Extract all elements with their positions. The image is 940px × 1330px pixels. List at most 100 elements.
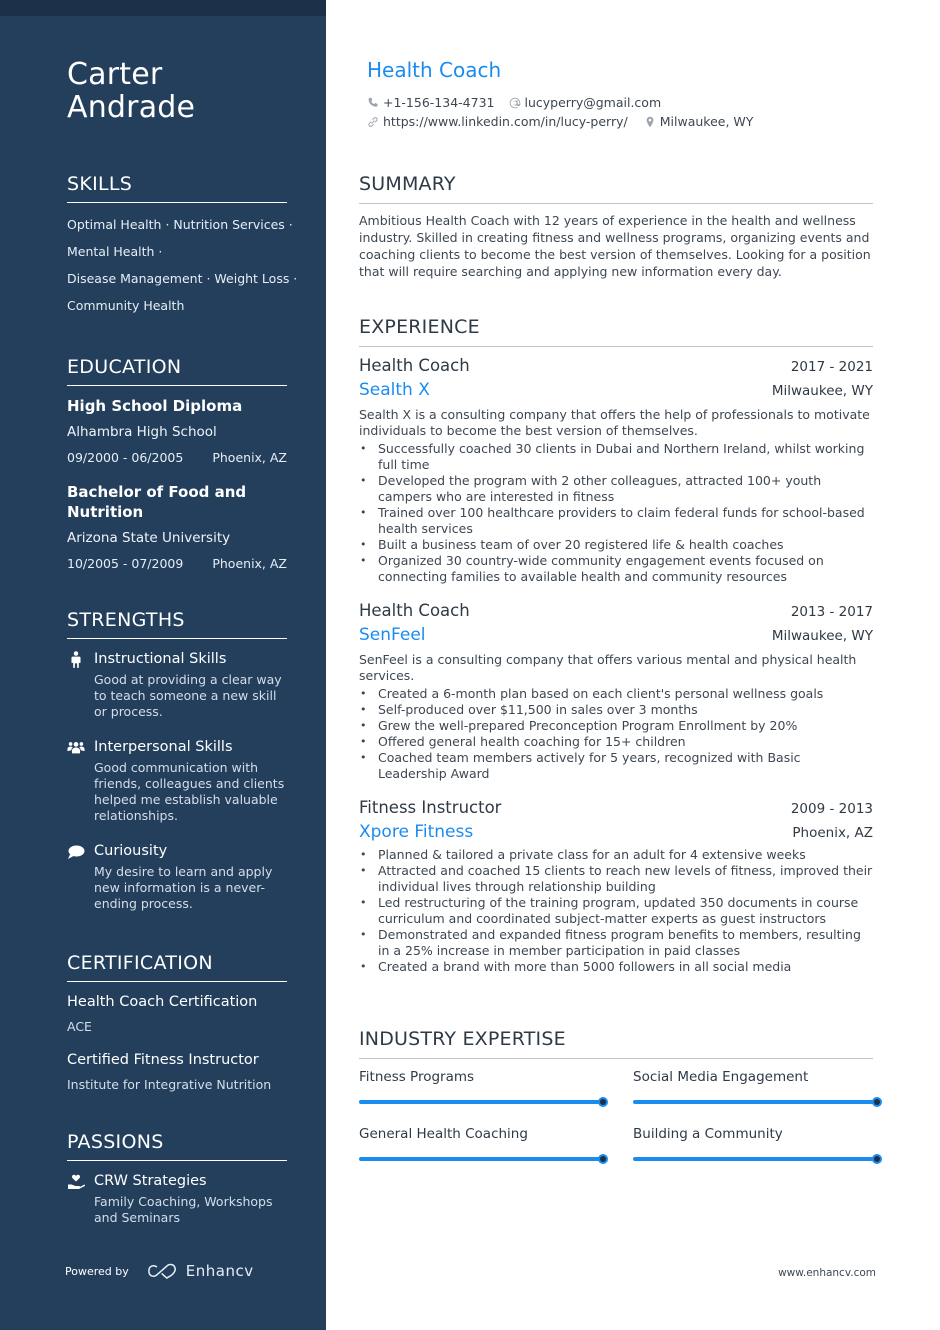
contact-email[interactable]: lucyperry@gmail.com bbox=[509, 95, 662, 110]
slider-fill bbox=[633, 1100, 877, 1104]
slider-knob bbox=[872, 1097, 882, 1107]
experience-bullets: Created a 6-month plan based on each cli… bbox=[359, 686, 873, 782]
passion-title: CRW Strategies bbox=[94, 1173, 207, 1189]
email-address: lucyperry@gmail.com bbox=[524, 95, 662, 110]
experience-item: Health Coach 2017 - 2021 Sealth X Milwau… bbox=[359, 355, 873, 585]
experience-company[interactable]: Sealth X bbox=[359, 377, 430, 403]
experience-dates: 2009 - 2013 bbox=[790, 801, 873, 817]
strength-item: Interpersonal Skills Good communication … bbox=[67, 737, 287, 824]
expertise-item: General Health Coaching bbox=[359, 1125, 608, 1164]
comment-icon bbox=[67, 841, 94, 912]
phone-icon bbox=[368, 97, 378, 107]
summary-section: SUMMARY Ambitious Health Coach with 12 y… bbox=[359, 172, 873, 280]
summary-text: Ambitious Health Coach with 12 years of … bbox=[359, 213, 871, 279]
certification-issuer: Institute for Integrative Nutrition bbox=[67, 1077, 272, 1092]
expertise-label: Fitness Programs bbox=[359, 1069, 475, 1085]
bullet-item: Self-produced over $11,500 in sales over… bbox=[359, 702, 873, 718]
experience-company[interactable]: Xpore Fitness bbox=[359, 819, 473, 845]
degree: High School Diploma bbox=[67, 397, 243, 415]
strength-description: My desire to learn and apply new informa… bbox=[94, 864, 273, 911]
certification-section: CERTIFICATION Health Coach Certification… bbox=[67, 951, 287, 1094]
enhancv-logo-icon bbox=[147, 1263, 176, 1279]
expertise-slider bbox=[359, 1154, 608, 1164]
education-item: Bachelor of Food and Nutrition Arizona S… bbox=[67, 482, 287, 573]
bullet-item: Offered general health coaching for 15+ … bbox=[359, 734, 873, 750]
bullet-item: Attracted and coached 15 clients to reac… bbox=[359, 863, 873, 895]
experience-heading: EXPERIENCE bbox=[359, 315, 873, 347]
bullet-item: Trained over 100 healthcare providers to… bbox=[359, 505, 873, 537]
enhancv-logo[interactable]: Enhancv bbox=[147, 1262, 254, 1280]
experience-role: Health Coach bbox=[359, 356, 470, 375]
expertise-label: General Health Coaching bbox=[359, 1126, 528, 1142]
hand-heart-icon bbox=[67, 1171, 94, 1226]
powered-by: Powered by Enhancv bbox=[65, 1262, 254, 1280]
expertise-label: Social Media Engagement bbox=[633, 1069, 809, 1085]
job-title: Health Coach bbox=[367, 58, 502, 82]
strength-title: Curiousity bbox=[94, 843, 168, 859]
bullet-item: Grew the well-prepared Preconception Pro… bbox=[359, 718, 873, 734]
expertise-slider bbox=[633, 1154, 882, 1164]
experience-location: Milwaukee, WY bbox=[771, 383, 873, 399]
passion-description: Family Coaching, Workshops and Seminars bbox=[94, 1194, 273, 1225]
bullet-item: Demonstrated and expanded fitness progra… bbox=[359, 927, 873, 959]
certification-item: Health Coach Certification ACE bbox=[67, 992, 287, 1036]
skills-line: Optimal Health · Nutrition Services · bbox=[67, 217, 293, 232]
skills-heading: SKILLS bbox=[67, 172, 287, 203]
slider-knob bbox=[598, 1097, 608, 1107]
certification-issuer: ACE bbox=[67, 1019, 92, 1034]
experience-location: Milwaukee, WY bbox=[771, 628, 873, 644]
link-icon bbox=[368, 116, 378, 127]
certification-heading: CERTIFICATION bbox=[67, 951, 287, 982]
slider-fill bbox=[359, 1100, 603, 1104]
skills-line: Disease Management · Weight Loss · bbox=[67, 271, 298, 286]
education-heading: EDUCATION bbox=[67, 355, 287, 386]
experience-role: Fitness Instructor bbox=[359, 798, 502, 817]
experience-dates: 2013 - 2017 bbox=[790, 604, 873, 620]
experience-description: Sealth X is a consulting company that of… bbox=[359, 407, 870, 438]
map-pin-icon bbox=[646, 116, 654, 127]
school: Arizona State University bbox=[67, 530, 231, 546]
bullet-item: Coached team members actively for 5 year… bbox=[359, 750, 873, 782]
last-name: Andrade bbox=[67, 90, 196, 125]
certification-item: Certified Fitness Instructor Institute f… bbox=[67, 1050, 287, 1094]
summary-heading: SUMMARY bbox=[359, 172, 873, 204]
experience-company[interactable]: SenFeel bbox=[359, 622, 426, 648]
strengths-section: STRENGTHS Instructional Skills Good at p… bbox=[67, 608, 287, 912]
education-dates: 09/2000 - 06/2005 bbox=[67, 450, 184, 465]
experience-location: Phoenix, AZ bbox=[792, 825, 873, 841]
contact-location: Milwaukee, WY bbox=[644, 114, 753, 129]
strength-title: Instructional Skills bbox=[94, 651, 227, 667]
experience-role: Health Coach bbox=[359, 601, 470, 620]
skills-list: Optimal Health · Nutrition Services · Me… bbox=[67, 211, 298, 319]
contact-phone[interactable]: +1-156-134-4731 bbox=[367, 95, 495, 110]
expertise-label: Building a Community bbox=[633, 1126, 783, 1142]
bullet-item: Created a brand with more than 5000 foll… bbox=[359, 959, 873, 975]
skills-line: Community Health bbox=[67, 298, 185, 313]
strength-description: Good at providing a clear way to teach s… bbox=[94, 672, 282, 719]
website-link[interactable]: www.enhancv.com bbox=[778, 1267, 876, 1279]
bullet-item: Organized 30 country-wide community enga… bbox=[359, 553, 873, 585]
strength-item: Instructional Skills Good at providing a… bbox=[67, 649, 287, 720]
experience-section: EXPERIENCE Health Coach 2017 - 2021 Seal… bbox=[359, 315, 873, 975]
expertise-item: Social Media Engagement bbox=[633, 1068, 882, 1107]
certification-title: Health Coach Certification bbox=[67, 994, 258, 1010]
education-location: Phoenix, AZ bbox=[212, 556, 287, 571]
contact-linkedin[interactable]: https://www.linkedin.com/in/lucy-perry/ bbox=[367, 114, 628, 129]
bullet-item: Led restructuring of the training progra… bbox=[359, 895, 873, 927]
school: Alhambra High School bbox=[67, 424, 217, 440]
industry-expertise-section: INDUSTRY EXPERTISE Fitness Programs Soci… bbox=[359, 1027, 882, 1164]
linkedin-url: https://www.linkedin.com/in/lucy-perry/ bbox=[383, 114, 628, 129]
degree: Bachelor of Food and Nutrition bbox=[67, 483, 247, 521]
expertise-item: Fitness Programs bbox=[359, 1068, 608, 1107]
sidebar: Carter Andrade SKILLS Optimal Health · N… bbox=[0, 0, 326, 1330]
education-meta: 09/2000 - 06/2005 Phoenix, AZ bbox=[67, 449, 287, 467]
phone-number: +1-156-134-4731 bbox=[383, 95, 495, 110]
bullet-item: Developed the program with 2 other colle… bbox=[359, 473, 873, 505]
experience-item: Fitness Instructor 2009 - 2013 Xpore Fit… bbox=[359, 797, 873, 975]
first-name: Carter bbox=[67, 57, 163, 92]
sidebar-top-bar bbox=[0, 0, 326, 16]
experience-bullets: Planned & tailored a private class for a… bbox=[359, 847, 873, 975]
expertise-slider bbox=[633, 1097, 882, 1107]
passions-heading: PASSIONS bbox=[67, 1130, 287, 1161]
passions-section: PASSIONS CRW Strategies Family Coaching,… bbox=[67, 1130, 287, 1226]
